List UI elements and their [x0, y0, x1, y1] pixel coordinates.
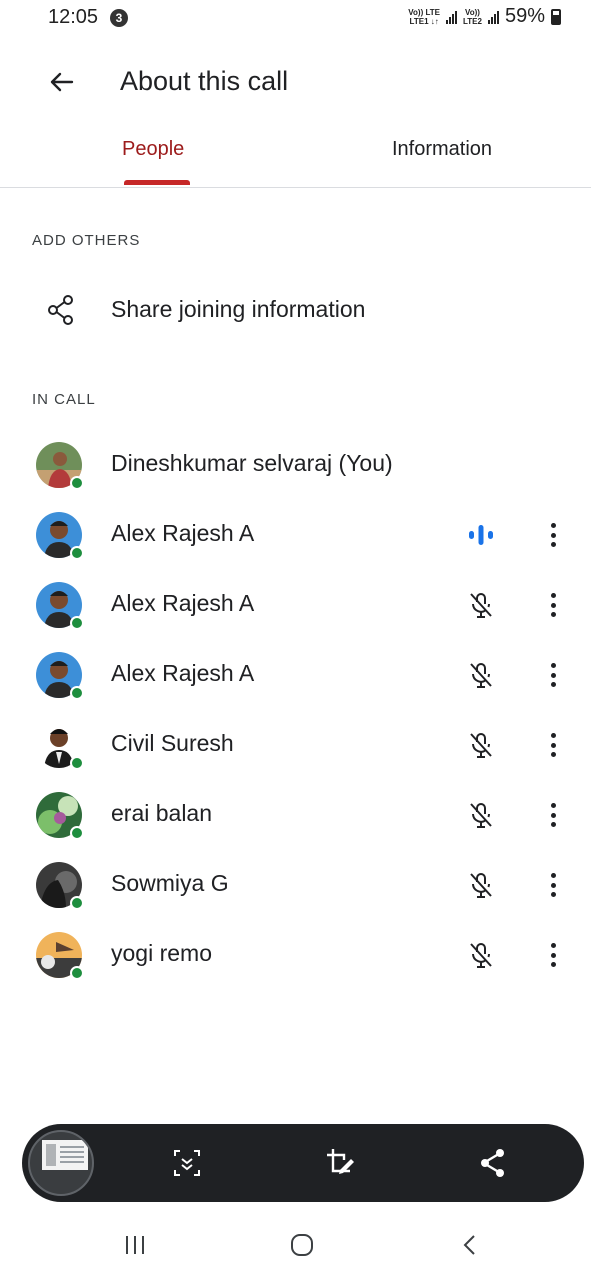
status-bar: 12:05 3 Vo)) LTE LTE1 ↓↑ Vo)) LTE2 59% [0, 0, 591, 40]
mic-off-icon [470, 733, 492, 758]
participant-row[interactable]: Dineshkumar selvaraj (You) [0, 430, 591, 500]
more-options-icon[interactable] [546, 800, 560, 830]
share-icon[interactable] [476, 1146, 510, 1180]
mic-off-icon [470, 803, 492, 828]
presence-indicator [70, 476, 84, 490]
more-options-icon[interactable] [546, 520, 560, 550]
participant-name: Dineshkumar selvaraj (You) [111, 450, 393, 476]
battery-icon [551, 8, 561, 25]
page-title: About this call [120, 66, 289, 96]
participant-name: Sowmiya G [111, 870, 229, 896]
home-icon[interactable] [287, 1230, 317, 1260]
presence-indicator [70, 826, 84, 840]
more-options-icon[interactable] [546, 940, 560, 970]
participant-name: Civil Suresh [111, 730, 234, 756]
presence-indicator [70, 546, 84, 560]
participant-name: erai balan [111, 800, 213, 826]
tab-bar: People Information [0, 128, 591, 188]
more-options-icon[interactable] [546, 590, 560, 620]
mic-off-icon [470, 593, 492, 618]
sim2-network-label: Vo)) LTE2 [463, 7, 482, 26]
status-time: 12:05 [48, 6, 99, 28]
system-nav-bar [0, 1222, 591, 1264]
participant-row[interactable]: Alex Rajesh A [0, 570, 591, 640]
add-others-heading: ADD OTHERS [32, 232, 141, 249]
participant-row[interactable]: yogi remo [0, 920, 591, 990]
battery-percent: 59% [504, 5, 545, 27]
presence-indicator [70, 616, 84, 630]
share-joining-info-button[interactable]: Share joining information [0, 284, 591, 336]
speaking-indicator-icon [469, 525, 493, 545]
mic-off-icon [470, 873, 492, 898]
status-indicators: Vo)) LTE LTE1 ↓↑ Vo)) LTE2 59% [408, 5, 561, 28]
participant-name: Alex Rajesh A [111, 520, 255, 546]
more-options-icon[interactable] [546, 660, 560, 690]
presence-indicator [70, 966, 84, 980]
more-options-icon[interactable] [546, 870, 560, 900]
app-bar: About this call [0, 48, 591, 112]
participant-row[interactable]: Alex Rajesh A [0, 640, 591, 710]
sim1-network-label: Vo)) LTE LTE1 ↓↑ [408, 7, 440, 26]
back-button[interactable] [44, 64, 80, 100]
participant-name: Alex Rajesh A [111, 660, 255, 686]
tab-information[interactable]: Information [392, 138, 492, 161]
presence-indicator [70, 686, 84, 700]
arrow-left-icon [50, 72, 74, 92]
more-options-icon[interactable] [546, 730, 560, 760]
screenshot-toolbar [22, 1124, 584, 1202]
screenshot-thumbnail[interactable] [28, 1130, 94, 1196]
edit-crop-icon[interactable] [324, 1146, 358, 1180]
participant-row[interactable]: Civil Suresh [0, 710, 591, 780]
mic-off-icon [470, 663, 492, 688]
scroll-capture-icon[interactable] [170, 1146, 204, 1180]
in-call-heading: IN CALL [32, 391, 96, 408]
recent-apps-icon[interactable] [120, 1230, 150, 1260]
share-icon [48, 295, 73, 325]
participant-row[interactable]: Alex Rajesh A [0, 500, 591, 570]
share-joining-info-label: Share joining information [111, 296, 366, 322]
presence-indicator [70, 896, 84, 910]
tab-people[interactable]: People [122, 138, 184, 161]
participant-list: Dineshkumar selvaraj (You) Alex Rajesh A… [0, 430, 591, 990]
participant-row[interactable]: Sowmiya G [0, 850, 591, 920]
selected-tab-indicator [124, 180, 190, 185]
participant-name: Alex Rajesh A [111, 590, 255, 616]
participant-row[interactable]: erai balan [0, 780, 591, 850]
notification-count-badge: 3 [110, 9, 128, 27]
sim2-signal-icon [487, 10, 499, 24]
back-icon[interactable] [455, 1230, 485, 1260]
sim1-signal-icon [446, 10, 457, 24]
presence-indicator [70, 756, 84, 770]
mic-off-icon [470, 943, 492, 968]
participant-name: yogi remo [111, 940, 212, 966]
